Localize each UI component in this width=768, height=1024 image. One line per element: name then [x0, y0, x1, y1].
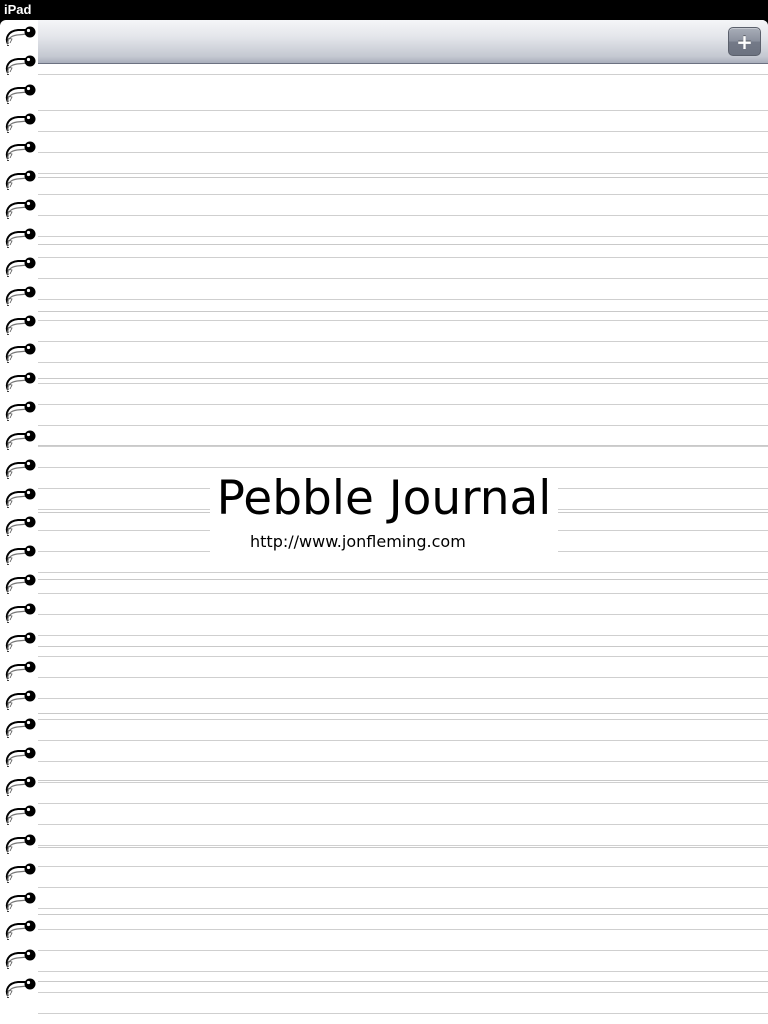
spiral-binding-ring-icon — [5, 603, 36, 623]
spiral-binding-ring-icon — [5, 978, 36, 998]
spiral-binding-ring-icon — [5, 892, 36, 912]
spiral-binding-ring-icon — [5, 574, 36, 594]
spiral-binding-ring-icon — [5, 315, 36, 335]
spiral-binding-ring-icon — [5, 776, 36, 796]
app-url: http://www.jonfleming.com — [250, 532, 466, 551]
spiral-binding-ring-icon — [5, 718, 36, 738]
spiral-binding-ring-icon — [5, 26, 36, 46]
spiral-binding-ring-icon — [5, 920, 36, 940]
spiral-binding-ring-icon — [5, 834, 36, 854]
spiral-binding-ring-icon — [5, 343, 36, 363]
spiral-binding-ring-icon — [5, 113, 36, 133]
spiral-binding-ring-icon — [5, 863, 36, 883]
spiral-binding-ring-icon — [5, 632, 36, 652]
spiral-binding-ring-icon — [5, 430, 36, 450]
spiral-binding-ring-icon — [5, 401, 36, 421]
navigation-bar: + — [38, 20, 768, 64]
plus-icon: + — [736, 29, 753, 54]
add-entry-button[interactable]: + — [728, 27, 761, 56]
spiral-binding-ring-icon — [5, 257, 36, 277]
spiral-binding — [0, 20, 40, 1024]
spiral-binding-ring-icon — [5, 141, 36, 161]
spiral-binding-ring-icon — [5, 516, 36, 536]
spiral-binding-ring-icon — [5, 545, 36, 565]
spiral-binding-ring-icon — [5, 228, 36, 248]
spiral-binding-ring-icon — [5, 170, 36, 190]
spiral-binding-ring-icon — [5, 661, 36, 681]
app-title: Pebble Journal — [216, 471, 552, 526]
spiral-binding-ring-icon — [5, 372, 36, 392]
spiral-binding-ring-icon — [5, 488, 36, 508]
spiral-binding-ring-icon — [5, 690, 36, 710]
device-label: iPad — [4, 2, 32, 17]
spiral-binding-ring-icon — [5, 949, 36, 969]
spiral-binding-ring-icon — [5, 459, 36, 479]
journal-screen: + Pebble Journal http://www.jonfleming.c… — [0, 20, 768, 1024]
spiral-binding-ring-icon — [5, 747, 36, 767]
status-bar: iPad — [0, 0, 768, 20]
title-block: Pebble Journal http://www.jonfleming.com — [210, 470, 558, 552]
spiral-binding-ring-icon — [5, 199, 36, 219]
spiral-binding-ring-icon — [5, 805, 36, 825]
spiral-binding-ring-icon — [5, 286, 36, 306]
spiral-binding-ring-icon — [5, 55, 36, 75]
spiral-binding-ring-icon — [5, 84, 36, 104]
